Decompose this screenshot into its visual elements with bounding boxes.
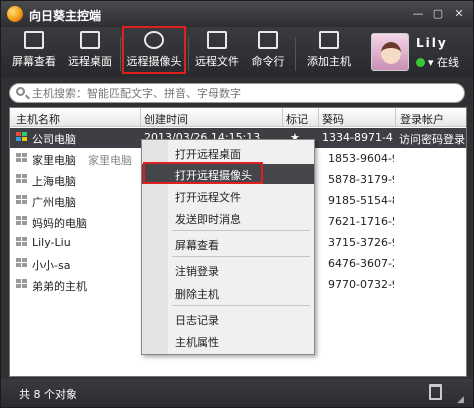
column-header: 主机名称 创建时间 标记 葵码 登录帐户 <box>10 108 466 127</box>
column-divider[interactable] <box>318 108 319 127</box>
menu-item-send-message[interactable]: 发送即时消息 <box>142 208 314 228</box>
minimize-button[interactable]: — <box>409 6 427 21</box>
menu-item-logout[interactable]: 注销登录 <box>142 260 314 280</box>
column-host-name[interactable]: 主机名称 <box>16 111 60 127</box>
toolbar-divider <box>120 37 121 71</box>
title-bar[interactable]: 向日葵主控端 — ▢ ✕ <box>1 1 473 27</box>
menu-item-log-record[interactable]: 日志记录 <box>142 309 314 329</box>
avatar-face <box>381 42 401 64</box>
remote-desktop-label: 远程桌面 <box>68 55 112 68</box>
webcam-button-highlight <box>122 26 186 74</box>
remote-file-button[interactable]: 远程文件 <box>192 31 242 75</box>
windows-icon <box>16 237 28 248</box>
column-created-time[interactable]: 创建时间 <box>144 111 188 127</box>
menu-item-screen-view[interactable]: 屏幕查看 <box>142 234 314 254</box>
host-name: 弟弟的主机 <box>32 280 87 293</box>
menu-separator <box>172 256 310 257</box>
add-host-label: 添加主机 <box>307 55 351 68</box>
windows-icon <box>16 174 28 185</box>
remote-desktop-button[interactable]: 远程桌面 <box>64 31 116 75</box>
column-divider[interactable] <box>282 108 283 127</box>
status-dropdown-icon: ▾ <box>428 56 434 69</box>
remote-desktop-icon <box>80 31 100 49</box>
host-name: 广州电脑 <box>32 196 76 209</box>
user-name: Lily <box>416 36 448 50</box>
command-line-button[interactable]: 命令行 <box>247 31 289 75</box>
maximize-button[interactable]: ▢ <box>429 6 447 21</box>
avatar[interactable] <box>371 33 409 71</box>
webcam-menu-highlight <box>143 162 263 184</box>
column-divider[interactable] <box>140 108 141 127</box>
menu-item-delete-host[interactable]: 删除主机 <box>142 283 314 303</box>
host-code: 6476-3607-2 <box>328 257 394 270</box>
status-bar: 共 8 个对象 ◢ <box>1 379 473 407</box>
app-title: 向日葵主控端 <box>29 9 102 23</box>
column-divider[interactable] <box>395 108 396 127</box>
windows-icon <box>16 195 28 206</box>
screen-view-icon <box>24 31 44 49</box>
login-account: 访问密码登录 <box>399 133 465 146</box>
online-status-icon <box>416 58 425 67</box>
remote-file-label: 远程文件 <box>195 55 239 68</box>
screen-view-label: 屏幕查看 <box>12 55 56 68</box>
host-name: 上海电脑 <box>32 175 76 188</box>
toolbar-divider <box>295 37 296 71</box>
terminal-icon <box>258 31 278 49</box>
windows-icon <box>16 279 28 290</box>
host-name: 小小-sa <box>32 259 71 272</box>
host-code: 9770-0732-9 <box>328 278 394 291</box>
windows-icon <box>16 132 28 143</box>
menu-separator <box>172 305 310 306</box>
menu-item-open-remote-file[interactable]: 打开远程文件 <box>142 186 314 206</box>
windows-icon <box>16 216 28 227</box>
toolbar-divider <box>188 37 189 71</box>
menu-item-host-properties[interactable]: 主机属性 <box>142 331 314 351</box>
menu-item-open-remote-desktop[interactable]: 打开远程桌面 <box>142 143 314 163</box>
host-code: 9185-5154-8 <box>328 194 394 207</box>
object-count: 共 8 个对象 <box>19 388 77 401</box>
host-code: 5878-3179-9 <box>328 173 394 186</box>
search-icon <box>16 87 25 96</box>
host-code: 3715-3726-9 <box>328 236 394 249</box>
app-window: 向日葵主控端 — ▢ ✕ 屏幕查看 远程桌面 远程摄像头 远程文件 命令行 添加… <box>0 0 474 408</box>
column-login-account[interactable]: 登录帐户 <box>400 111 444 127</box>
host-code: 7621-1716-5 <box>328 215 394 228</box>
windows-icon <box>16 153 28 164</box>
search-box[interactable] <box>9 83 465 103</box>
host-name: 妈妈的电脑 <box>32 217 87 230</box>
host-name: Lily-Liu <box>32 236 71 249</box>
sunflower-logo-icon <box>7 6 23 22</box>
add-host-button[interactable]: 添加主机 <box>302 31 356 75</box>
remote-file-icon <box>207 31 227 49</box>
host-alias: 家里电脑 <box>88 154 132 167</box>
user-status-label: 在线 <box>437 56 460 69</box>
user-status[interactable]: ▾ 在线 <box>416 54 459 70</box>
host-name: 公司电脑 <box>32 133 76 146</box>
search-input[interactable] <box>32 86 452 100</box>
windows-icon <box>16 258 28 269</box>
trash-icon[interactable] <box>429 384 442 400</box>
resize-grip-icon[interactable]: ◢ <box>457 395 464 405</box>
command-line-label: 命令行 <box>251 55 285 68</box>
screen-view-button[interactable]: 屏幕查看 <box>9 31 59 75</box>
column-mark[interactable]: 标记 <box>286 111 308 127</box>
menu-separator <box>172 230 310 231</box>
host-code: 1853-9604-9 <box>328 152 394 165</box>
host-code: 1334-8971-4 <box>322 131 393 144</box>
host-name: 家里电脑 <box>32 154 76 167</box>
add-host-icon <box>319 31 339 49</box>
close-button[interactable]: ✕ <box>450 6 468 21</box>
column-code[interactable]: 葵码 <box>322 111 344 127</box>
